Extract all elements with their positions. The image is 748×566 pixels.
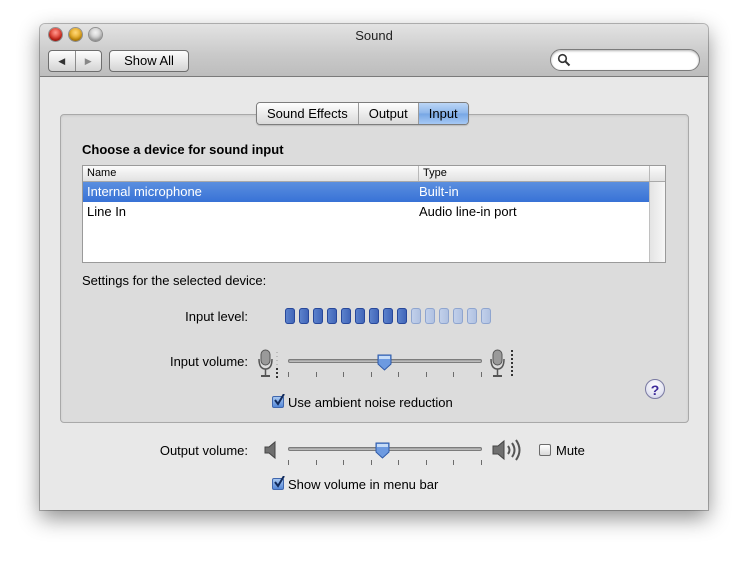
slider-tick [453,372,454,377]
microphone-icon [258,349,278,378]
show-all-button[interactable]: Show All [109,50,189,72]
input-device-heading: Choose a device for sound input [82,142,284,157]
input-volume-label: Input volume: [169,354,248,369]
slider-tick [398,372,399,377]
tab-input[interactable]: Input [418,103,468,124]
input-level-segment [299,308,309,324]
device-name: Internal microphone [87,184,202,199]
output-volume-slider[interactable] [288,440,482,465]
sound-preferences-window: Sound ◀ ▶ Show All Sound Effects Output … [40,24,708,510]
slider-tick [398,460,399,465]
mute-label[interactable]: Mute [556,443,585,458]
slider-tick [288,372,289,377]
search-input[interactable] [573,52,693,68]
forward-button[interactable]: ▶ [76,51,102,71]
table-header: Name Type [83,166,665,182]
speaker-low-icon [264,440,276,460]
back-button[interactable]: ◀ [49,51,76,71]
slider-thumb[interactable] [375,442,390,459]
slider-tick [371,460,372,465]
slider-tick [371,372,372,377]
slider-thumb[interactable] [377,354,392,371]
tab-content-box [60,114,689,423]
input-level-segment [285,308,295,324]
slider-tick [343,460,344,465]
slider-tick [316,460,317,465]
checkmark-icon [274,394,285,406]
back-arrow-icon: ◀ [58,55,66,66]
input-level-segment [383,308,393,324]
input-level-segment [439,308,449,324]
slider-tick [453,460,454,465]
window-title: Sound [355,28,393,43]
tab-output[interactable]: Output [358,103,419,124]
settings-label: Settings for the selected device: [82,273,267,288]
input-level-segment [327,308,337,324]
show-volume-menubar-checkbox[interactable] [272,476,285,490]
input-level-segment [467,308,477,324]
slider-tick [426,460,427,465]
device-name: Line In [87,204,127,219]
input-level-segment [369,308,379,324]
title-bar: Sound ◀ ▶ Show All [40,24,708,77]
input-level-segment [355,308,365,324]
search-field[interactable] [550,49,700,71]
slider-tick [426,372,427,377]
mute-checkbox[interactable] [539,444,551,456]
column-header-name[interactable]: Name [83,166,419,181]
input-level-segment [411,308,421,324]
device-type: Audio line-in port [419,204,517,219]
input-level-label: Input level: [185,309,248,324]
forward-arrow-icon: ▶ [84,55,92,66]
slider-tick [316,372,317,377]
output-volume-label: Output volume: [159,443,248,458]
slider-tick [343,372,344,377]
checkmark-icon [274,476,285,488]
microphone-high-icon [490,349,513,377]
back-forward-control: ◀ ▶ [48,50,102,72]
tab-bar: Sound Effects Output Input [256,102,469,125]
input-level-segment [341,308,351,324]
device-type: Built-in [419,184,459,199]
input-device-table: Name Type Internal microphone Built-in L… [82,165,666,263]
input-level-segment [453,308,463,324]
input-volume-slider[interactable] [288,352,482,377]
input-level-segment [397,308,407,324]
table-row[interactable]: Internal microphone Built-in [83,182,649,202]
input-level-segment [313,308,323,324]
column-header-type[interactable]: Type [419,166,650,181]
show-volume-menubar-label[interactable]: Show volume in menu bar [288,477,438,492]
ambient-noise-label[interactable]: Use ambient noise reduction [288,395,453,410]
ambient-noise-checkbox[interactable] [272,394,285,408]
help-icon[interactable]: ? [645,379,665,399]
input-level-segment [425,308,435,324]
table-scrollbar[interactable] [649,182,665,262]
slider-tick [288,460,289,465]
tab-sound-effects[interactable]: Sound Effects [257,103,359,124]
slider-tick [481,460,482,465]
input-level-meter [285,308,491,324]
slider-tick [481,372,482,377]
input-level-segment [481,308,491,324]
table-row[interactable]: Line In Audio line-in port [83,202,649,222]
speaker-high-icon [492,439,521,461]
magnifier-icon [557,53,571,67]
